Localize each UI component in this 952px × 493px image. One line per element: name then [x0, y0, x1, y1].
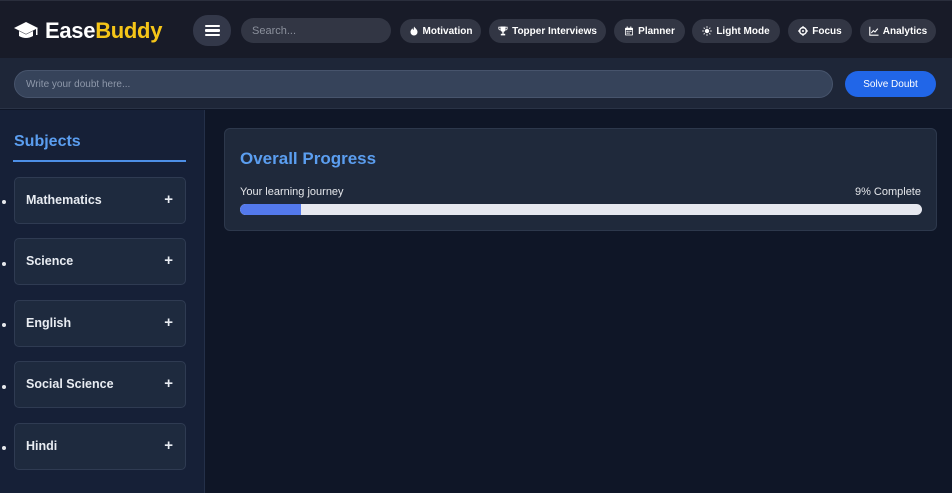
focus-label: Focus — [812, 25, 842, 37]
subject-item-social-science[interactable]: Social Science + — [14, 361, 186, 408]
list-bullet — [2, 446, 6, 450]
motivation-label: Motivation — [422, 25, 473, 37]
hamburger-menu-icon — [204, 24, 220, 37]
subject-label: Hindi — [26, 439, 58, 453]
graduation-cap-icon — [14, 22, 38, 38]
light-mode-button[interactable]: Light Mode — [692, 19, 780, 43]
trophy-icon — [498, 26, 508, 36]
sidebar-title: Subjects — [14, 133, 81, 150]
progress-bar-fill — [240, 204, 302, 215]
list-bullet — [2, 323, 6, 327]
solve-doubt-button[interactable]: Solve Doubt — [845, 71, 936, 97]
topper-interviews-label: Topper Interviews — [512, 25, 597, 37]
calendar-icon — [625, 26, 634, 36]
sidebar-divider — [13, 160, 186, 162]
subject-label: Science — [26, 254, 74, 268]
expand-icon[interactable]: + — [164, 191, 173, 208]
progress-bar — [240, 204, 922, 215]
focus-button[interactable]: Focus — [788, 19, 852, 43]
list-bullet — [2, 200, 6, 204]
doubt-input[interactable] — [14, 70, 833, 98]
subject-label: Social Science — [26, 377, 114, 391]
brand-name-part2: Buddy — [95, 18, 163, 43]
doubt-bar — [0, 58, 952, 109]
top-navbar: EaseBuddy Motivation Topper Interviews P… — [0, 0, 952, 58]
solve-doubt-label: Solve Doubt — [863, 78, 918, 90]
list-bullet — [2, 262, 6, 266]
planner-button[interactable]: Planner — [614, 19, 685, 43]
subject-item-mathematics[interactable]: Mathematics + — [14, 177, 186, 224]
search-input[interactable] — [241, 18, 391, 43]
sun-icon — [702, 26, 713, 36]
subject-item-science[interactable]: Science + — [14, 238, 186, 285]
chart-line-icon — [869, 26, 879, 36]
progress-title: Overall Progress — [240, 149, 377, 168]
brand-logo[interactable]: Ease Buddy — [13, 18, 162, 44]
overall-progress-card: Overall Progress Your learning journey 9… — [224, 128, 937, 231]
planner-label: Planner — [638, 25, 675, 37]
expand-icon[interactable]: + — [164, 437, 173, 454]
motivation-button[interactable]: Motivation — [400, 19, 481, 43]
crosshair-icon — [798, 26, 809, 36]
analytics-label: Analytics — [882, 25, 928, 37]
expand-icon[interactable]: + — [164, 375, 173, 392]
expand-icon[interactable]: + — [164, 314, 173, 331]
menu-button[interactable] — [193, 15, 231, 46]
brand-name-part1: Ease — [45, 18, 96, 43]
topper-interviews-button[interactable]: Topper Interviews — [489, 19, 606, 43]
fire-icon — [410, 26, 417, 36]
progress-subtitle: Your learning journey — [240, 186, 344, 198]
subjects-sidebar: Subjects Mathematics + Science + English… — [0, 110, 205, 493]
expand-icon[interactable]: + — [164, 252, 173, 269]
subject-label: Mathematics — [26, 193, 102, 207]
subject-label: English — [26, 316, 72, 330]
subject-item-english[interactable]: English + — [14, 300, 186, 347]
analytics-button[interactable]: Analytics — [860, 19, 936, 43]
subject-item-hindi[interactable]: Hindi + — [14, 423, 186, 470]
list-bullet — [2, 385, 6, 389]
light-mode-label: Light Mode — [716, 25, 770, 37]
progress-percent-text: 9% Complete — [854, 186, 921, 198]
